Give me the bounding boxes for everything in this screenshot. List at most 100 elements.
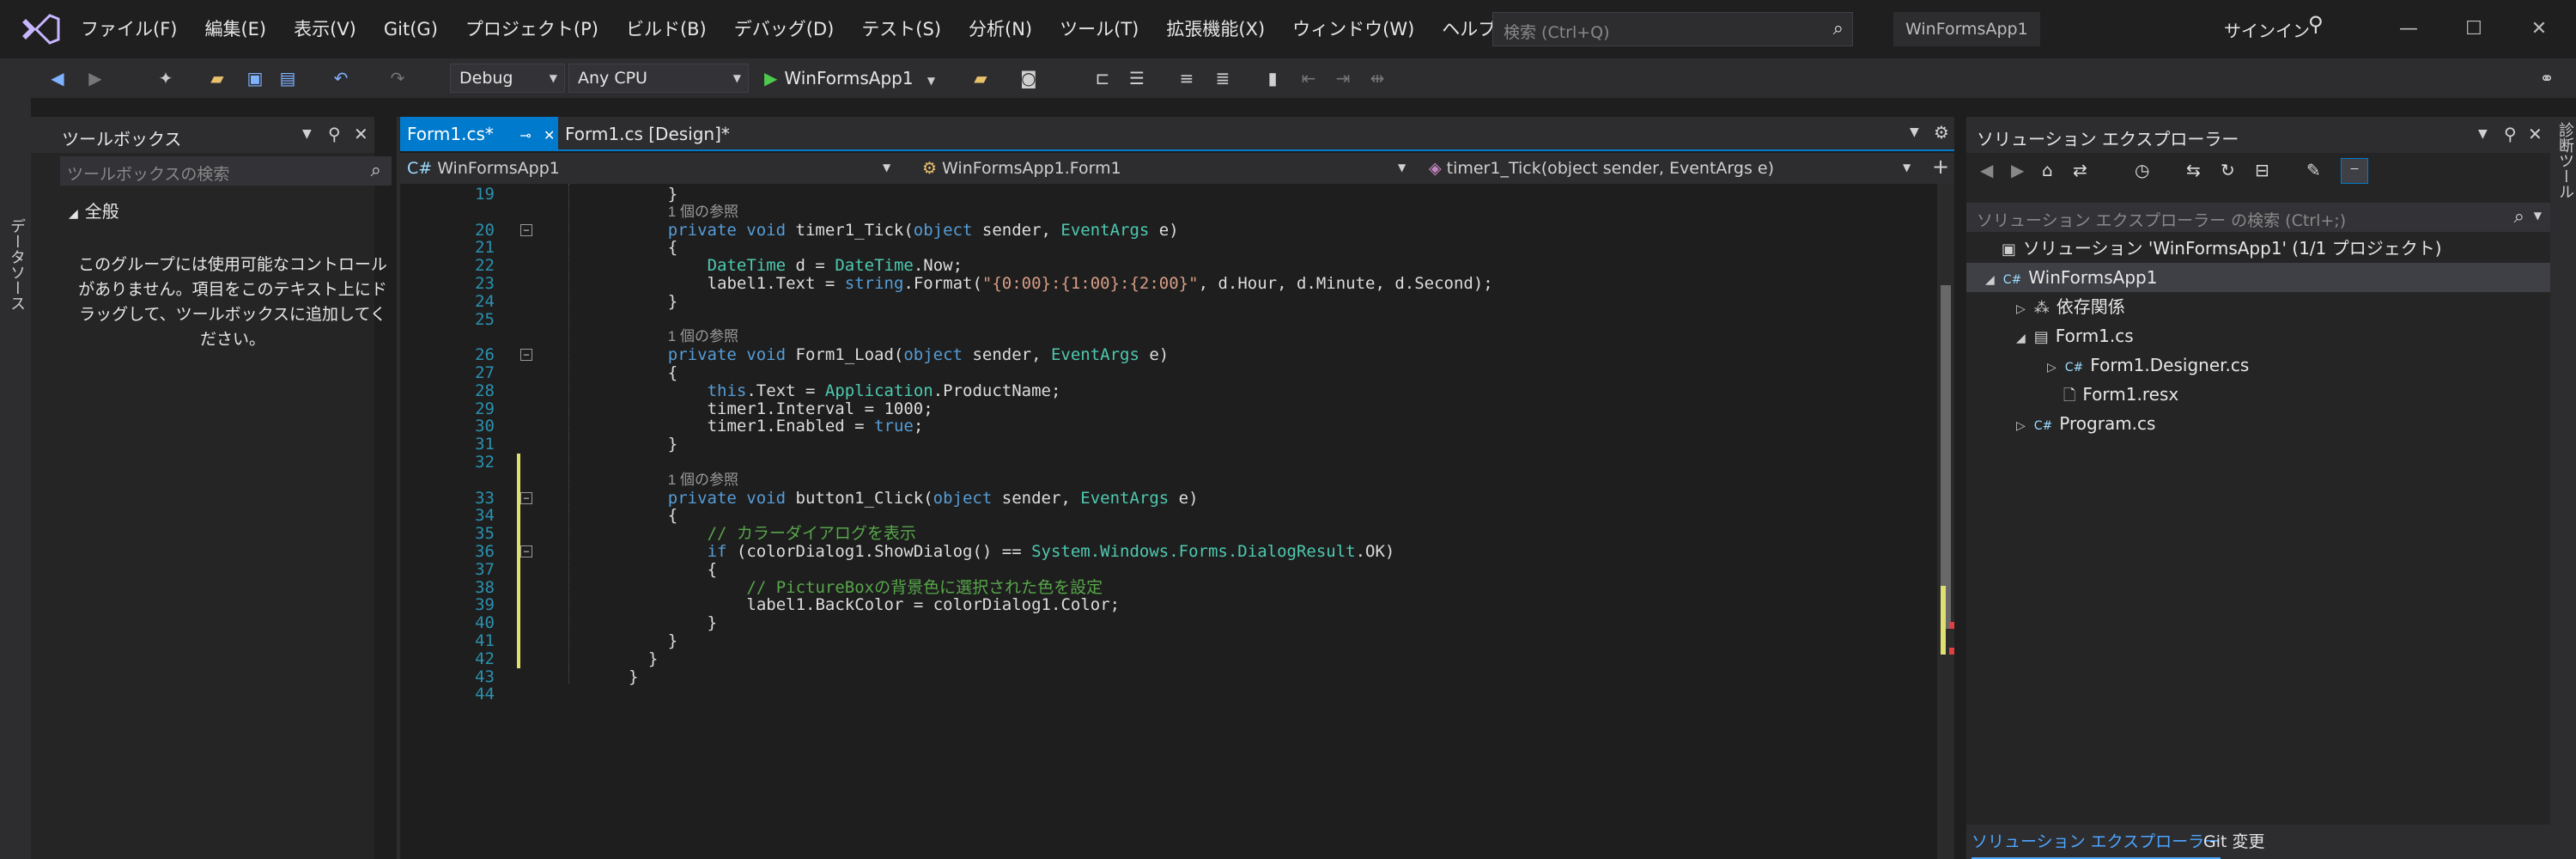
clear-bookmarks-icon[interactable]: ⇹ [1364,64,1391,93]
expand-arrow-icon[interactable] [2047,390,2055,404]
collapse-icon[interactable]: − [520,349,532,362]
configuration-dropdown[interactable]: Debug ▼ [450,64,565,93]
code-line[interactable]: 1 個の参照 [400,472,1937,490]
tree-item[interactable]: ▷ ⁂ 依存関係 [2016,292,2125,321]
expand-arrow-icon[interactable]: ◢ [2016,332,2026,345]
preview-toggle-icon[interactable]: ⎯ [2341,158,2368,184]
member-dropdown[interactable]: ◈ timer1_Tick(object sender, EventArgs e) [1422,155,1903,182]
menu-build[interactable]: ビルド(B) [612,0,720,58]
run-button[interactable]: ▶ WinFormsApp1 ▼ [764,64,935,93]
outdent-icon[interactable]: ≣ [1209,64,1236,93]
step-icon[interactable]: ⊏ [1089,64,1116,93]
tab-list-dropdown-icon[interactable]: ▼ [1910,125,1919,139]
menu-test[interactable]: テスト(S) [848,0,955,58]
gear-icon[interactable]: ⚙ [1934,122,1949,143]
close-icon[interactable]: ✕ [354,124,368,144]
search-icon[interactable]: ⌕ [1833,18,1844,40]
code-line[interactable]: 1 個の参照 [400,328,1937,346]
menu-view[interactable]: 表示(V) [280,0,370,58]
code-line[interactable]: 41} [400,632,1937,650]
code-line[interactable]: 25 [400,310,1937,329]
switch-views-icon[interactable]: ⇄ [2073,160,2087,180]
codelens-references[interactable]: 1 個の参照 [668,328,738,346]
search-icon[interactable]: ⌕ [371,160,381,181]
code-line[interactable]: 40} [400,614,1937,632]
undo-icon[interactable]: ↶ [326,64,355,93]
refresh-icon[interactable]: ↻ [2221,160,2235,180]
code-line[interactable]: 31} [400,436,1937,454]
menu-file[interactable]: ファイル(F) [67,0,191,58]
code-line[interactable]: 30 timer1.Enabled = true; [400,417,1937,436]
visual-studio-logo-icon[interactable] [21,12,60,46]
expand-arrow-icon[interactable] [1985,244,1993,258]
close-button[interactable]: ✕ [2519,12,2559,46]
code-line[interactable]: 28 this.Text = Application.ProductName; [400,381,1937,400]
tree-item[interactable]: ◢ ▤ Form1.cs [2016,321,2134,350]
code-line[interactable]: 38 // PictureBoxの背景色に選択された色を設定 [400,578,1937,597]
back-icon[interactable]: ◀ [45,64,70,93]
tree-item[interactable]: ▷ C# Program.cs [2016,409,2155,438]
code-line[interactable]: 44 [400,685,1937,704]
chevron-down-icon[interactable]: ▼ [302,127,312,141]
collapse-all-icon[interactable]: ⊟ [2255,160,2269,180]
chevron-down-icon[interactable]: ▼ [2534,210,2542,222]
folder-icon[interactable]: ▰ [967,64,994,93]
tree-item[interactable]: ◢ C# WinFormsApp1 [1985,263,2157,292]
new-project-icon[interactable]: ✦ [151,64,180,93]
tab-solution-explorer[interactable]: ソリューション エクスプローラー [1971,825,2221,859]
code-line[interactable]: 39 label1.BackColor = colorDialog1.Color; [400,596,1937,614]
forward-icon[interactable]: ▶ [82,64,108,93]
code-line[interactable]: 19} [400,186,1937,204]
indent-icon[interactable]: ≡ [1173,64,1200,93]
scrollbar-thumb[interactable] [1941,285,1951,629]
bookmark-icon[interactable]: ▮ [1259,64,1286,93]
code-line[interactable]: 29 timer1.Interval = 1000; [400,399,1937,418]
diagnostic-tools-tab[interactable]: 診断ツール [2554,122,2576,199]
code-line[interactable]: 26 − private void Form1_Load(object sender… [400,346,1937,364]
open-folder-icon[interactable]: ▰ [203,64,232,93]
class-dropdown[interactable]: ⚙ WinFormsApp1.Form1 [915,155,1396,182]
menu-tools[interactable]: ツール(T) [1046,0,1152,58]
format-icon[interactable]: ☰ [1123,64,1151,93]
menu-window[interactable]: ウィンドウ(W) [1279,0,1428,58]
chevron-down-icon[interactable]: ▼ [2478,127,2488,141]
code-line[interactable]: 1 個の参照 [400,204,1937,222]
code-line[interactable]: 42} [400,649,1937,668]
tab-form1-cs[interactable]: Form1.cs* ⊸ ✕ [400,117,558,151]
collapse-icon[interactable]: − [520,491,532,504]
redo-icon[interactable]: ↷ [383,64,412,93]
close-icon[interactable]: ✕ [2528,124,2543,144]
code-line[interactable]: 35 // カラーダイアログを表示 [400,525,1937,543]
toolbox-group-general[interactable]: ◢ 全般 [69,198,119,222]
code-line[interactable]: 36 − if (colorDialog1.ShowDialog() == Syst… [400,543,1937,561]
solution-explorer-search-input[interactable]: ソリューション エクスプローラー の検索 (Ctrl+;) ⌕ ▼ [1966,203,2550,232]
expand-arrow-icon[interactable]: ▷ [2016,419,2026,433]
tree-item[interactable]: ▣ ソリューション 'WinFormsApp1' (1/1 プロジェクト) [1985,234,2442,263]
code-line[interactable]: 32 [400,454,1937,472]
menu-git[interactable]: Git(G) [370,0,452,58]
pin-icon[interactable]: ⚲ [2504,124,2517,144]
pin-icon[interactable]: ⚲ [328,124,341,144]
tree-item[interactable]: ▷ C# Form1.Designer.cs [2047,350,2249,380]
camera-icon[interactable]: ◙ [1015,64,1042,93]
code-line[interactable]: 27 { [400,364,1937,382]
expand-arrow-icon[interactable]: ▷ [2016,302,2026,316]
menu-edit[interactable]: 編集(E) [191,0,280,58]
code-line[interactable]: 21 { [400,239,1937,257]
platform-dropdown[interactable]: Any CPU ▼ [568,64,749,93]
save-all-icon[interactable]: ▤ [273,64,302,93]
collapse-icon[interactable]: − [520,545,532,557]
tab-git-changes[interactable]: Git 変更 [2203,825,2265,859]
user-icon[interactable]: ⚲ [2308,12,2324,36]
properties-icon[interactable]: ✎ [2306,160,2321,180]
menu-debug[interactable]: デバッグ(D) [720,0,848,58]
code-line[interactable]: 33 − private void button1_Click(object sen… [400,489,1937,508]
minimize-button[interactable]: — [2389,12,2428,46]
code-area[interactable]: 19} 1 個の参照 20− private void timer1_Tick(obj… [400,184,1937,859]
back-icon[interactable]: ◀ [1980,160,1993,180]
collapse-icon[interactable]: − [520,223,532,236]
toolbox-search-input[interactable]: ツールボックスの検索 ⌕ [60,156,392,186]
search-icon[interactable]: ⌕ [2514,206,2524,228]
vertical-scrollbar[interactable] [1937,184,1954,859]
expand-arrow-icon[interactable]: ▷ [2047,361,2057,375]
